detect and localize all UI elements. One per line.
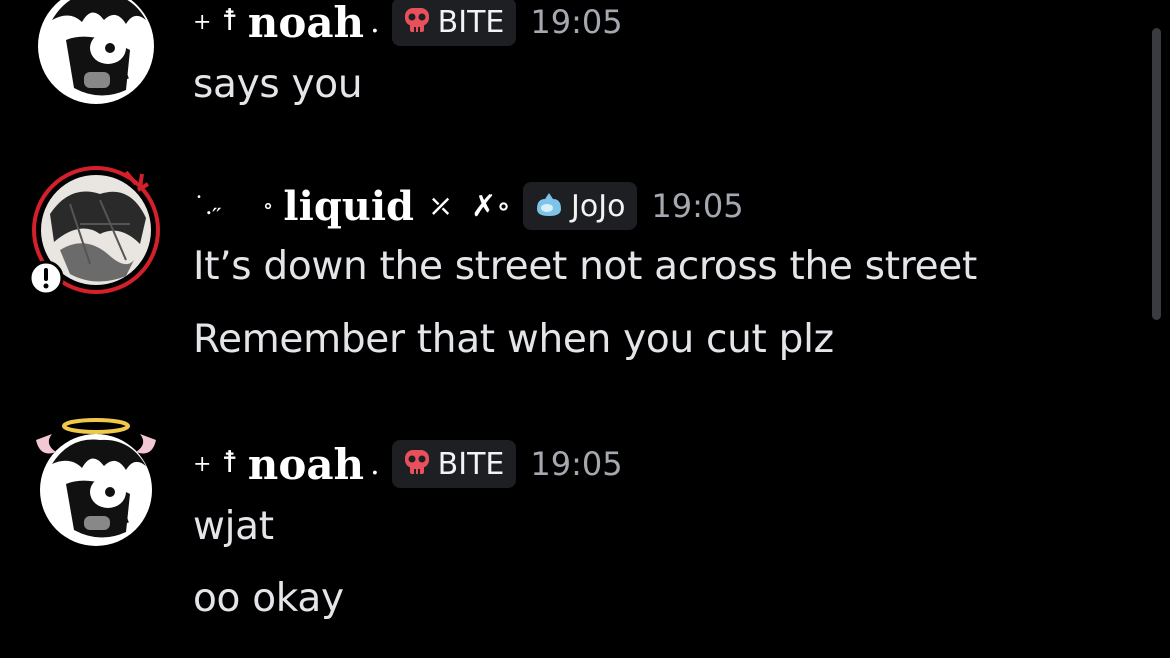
chat-message-list: + ☨ noah . BITE 19:05 says you ˙.˶ ∘ liq… (0, 0, 1170, 658)
name-prefix-decoration: + (193, 9, 212, 35)
user-avatar[interactable] (30, 418, 162, 550)
message-header: + ☨ noah . BITE 19:05 (193, 0, 623, 48)
skull-icon (402, 447, 432, 481)
username[interactable]: noah (248, 440, 364, 489)
name-suffix-decoration: . (370, 4, 380, 40)
message-text: It’s down the street not across the stre… (193, 244, 977, 289)
chat-message: + ☨ noah . BITE 19:05 wjat oo okay (0, 410, 1140, 650)
user-avatar[interactable] (28, 164, 162, 296)
timestamp: 19:05 (651, 187, 744, 225)
chat-message: ˙.˶ ∘ liquid ⤫ ✗∘ JoJo 19:05 It’s down t… (0, 160, 1140, 380)
message-header: + ☨ noah . BITE 19:05 (193, 438, 623, 490)
message-header: ˙.˶ ∘ liquid ⤫ ✗∘ JoJo 19:05 (193, 180, 744, 232)
name-prefix-decoration: + (193, 451, 212, 477)
glyph-decoration: ✗∘ (471, 188, 512, 224)
server-tag[interactable]: BITE (391, 440, 517, 488)
message-text: Remember that when you cut plz (193, 317, 834, 362)
cross-decoration: ☨ (221, 444, 238, 480)
water-drop-icon (533, 189, 565, 223)
chat-message: + ☨ noah . BITE 19:05 says you (0, 0, 1140, 130)
username[interactable]: liquid (283, 183, 414, 230)
timestamp: 19:05 (530, 445, 623, 483)
username[interactable]: noah (248, 0, 364, 47)
message-text: wjat (193, 504, 274, 549)
server-tag-label: BITE (437, 446, 505, 482)
user-avatar[interactable] (30, 0, 162, 112)
cross-decoration: ☨ (221, 2, 238, 38)
skull-icon (402, 5, 432, 39)
flourish-decoration: ⤫ (428, 188, 454, 224)
server-tag-label: BITE (437, 4, 505, 40)
message-text: oo okay (193, 576, 344, 621)
alert-status-icon (28, 260, 64, 296)
dot-decoration: ∘ (262, 193, 274, 219)
anime-boy-with-halo-avatar (36, 418, 156, 546)
message-text: says you (193, 62, 363, 107)
server-tag[interactable]: BITE (391, 0, 517, 46)
server-tag[interactable]: JoJo (523, 182, 638, 230)
server-tag-label: JoJo (571, 188, 626, 224)
timestamp: 19:05 (530, 3, 623, 41)
anime-boy-with-wings-avatar (38, 0, 154, 104)
scrollbar[interactable] (1152, 28, 1161, 320)
name-prefix-decoration: ˙.˶ (193, 191, 221, 220)
name-suffix-decoration: . (370, 446, 380, 482)
